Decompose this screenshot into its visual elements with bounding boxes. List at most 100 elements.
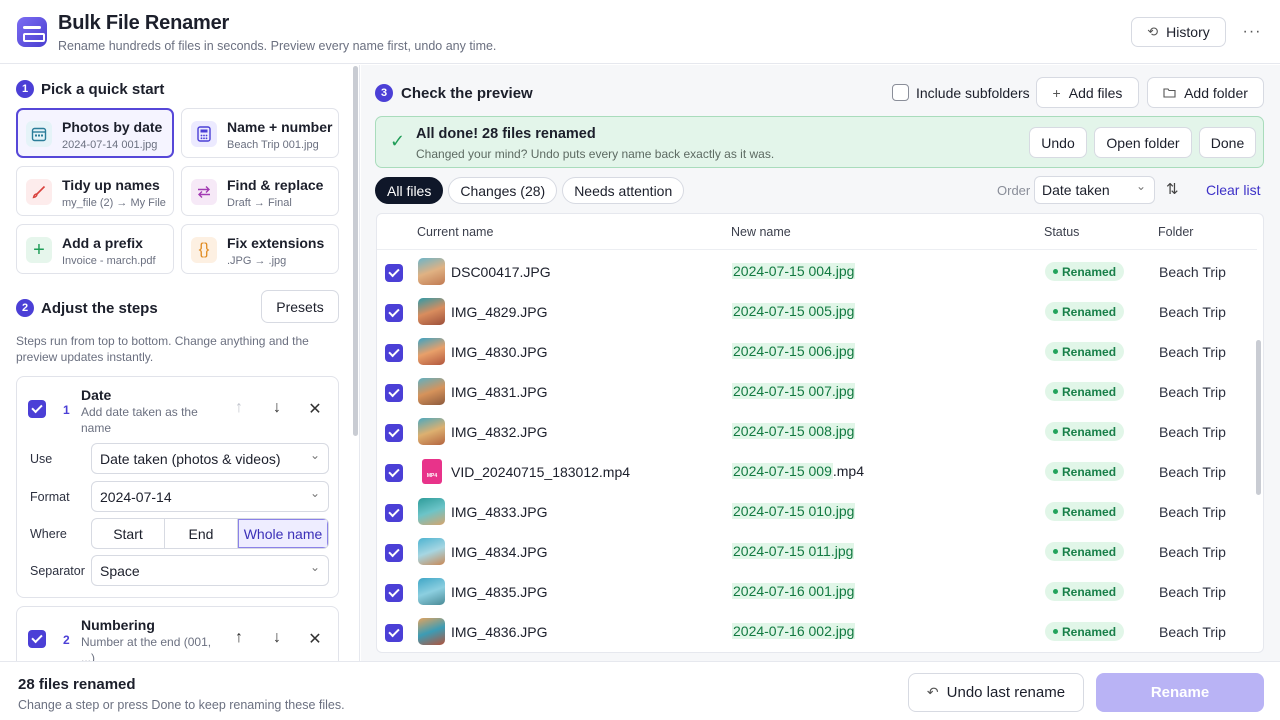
- status-badge: Renamed: [1045, 262, 1125, 281]
- move-down-icon[interactable]: ↓: [267, 629, 287, 647]
- row-checkbox[interactable]: [385, 584, 403, 602]
- quick-start-add-prefix[interactable]: + Add a prefix Invoice - march.pdf: [16, 224, 174, 274]
- success-check-icon: ✓: [390, 131, 406, 151]
- step-enabled-checkbox[interactable]: [28, 400, 46, 418]
- quick-start-example: 2024-07-14 001.jpg: [62, 139, 158, 151]
- quick-start-example: Beach Trip 001.jpg: [227, 139, 319, 151]
- step-card-numbering: 2 Numbering Number at the end (001, ...)…: [16, 606, 339, 661]
- folder-name: Beach Trip: [1159, 264, 1226, 280]
- format-select[interactable]: 2024-07-14: [91, 481, 329, 512]
- files-table: Current name New name Status Folder DSC0…: [376, 213, 1264, 653]
- where-option-start[interactable]: Start: [92, 519, 165, 548]
- new-name: 2024-07-15 008.jpg: [732, 422, 856, 441]
- more-menu-button[interactable]: ···: [1238, 18, 1266, 46]
- tab-all-files[interactable]: All files: [375, 177, 444, 204]
- history-label: History: [1166, 24, 1210, 40]
- row-checkbox[interactable]: [385, 384, 403, 402]
- table-row[interactable]: IMG_4835.JPG 2024-07-16 001.jpg Renamed Bea…: [377, 570, 1257, 610]
- current-name: IMG_4835.JPG: [451, 584, 548, 600]
- open-folder-button[interactable]: Open folder: [1094, 127, 1192, 158]
- row-checkbox[interactable]: [385, 344, 403, 362]
- column-folder[interactable]: Folder: [1158, 225, 1193, 239]
- quick-start-example: .JPG → .jpg: [227, 255, 287, 267]
- quick-start-find-replace[interactable]: Find & replace Draft → Final: [181, 166, 339, 216]
- status-badge: Renamed: [1045, 502, 1125, 521]
- table-row[interactable]: IMG_4836.JPG 2024-07-16 002.jpg Renamed Bea…: [377, 610, 1257, 650]
- row-checkbox[interactable]: [385, 424, 403, 442]
- use-select[interactable]: Date taken (photos & videos): [91, 443, 329, 474]
- folder-name: Beach Trip: [1159, 344, 1226, 360]
- status-badge: Renamed: [1045, 542, 1125, 561]
- order-select[interactable]: Date taken: [1034, 176, 1155, 204]
- table-row[interactable]: IMG_4833.JPG 2024-07-15 010.jpg Renamed Bea…: [377, 490, 1257, 530]
- step-enabled-checkbox[interactable]: [28, 630, 46, 648]
- table-row[interactable]: IMG_4831.JPG 2024-07-15 007.jpg Renamed Bea…: [377, 370, 1257, 410]
- folder-name: Beach Trip: [1159, 424, 1226, 440]
- new-name: 2024-07-15 009.mp4: [732, 462, 864, 481]
- remove-step-icon[interactable]: ✕: [305, 629, 325, 649]
- folder-name: Beach Trip: [1159, 464, 1226, 480]
- sort-direction-icon[interactable]: ⇅: [1166, 180, 1179, 198]
- presets-button[interactable]: Presets: [261, 290, 339, 323]
- quick-start-tidy-up-names[interactable]: Tidy up names my_file (2) → My File: [16, 166, 174, 216]
- table-row[interactable]: IMG_4834.JPG 2024-07-15 011.jpg Renamed Bea…: [377, 530, 1257, 570]
- quick-start-name-number[interactable]: Name + number Beach Trip 001.jpg: [181, 108, 339, 158]
- banner-undo-button[interactable]: Undo: [1029, 127, 1087, 158]
- quick-start-fix-extensions[interactable]: {} Fix extensions .JPG → .jpg: [181, 224, 339, 274]
- row-checkbox[interactable]: [385, 464, 403, 482]
- current-name: DSC00417.JPG: [451, 264, 551, 280]
- step-title: Numbering: [81, 617, 155, 633]
- quick-start-photos-by-date[interactable]: Photos by date 2024-07-14 001.jpg: [16, 108, 174, 158]
- include-subfolders-label: Include subfolders: [916, 84, 1030, 101]
- success-banner: ✓ All done! 28 files renamed Changed you…: [375, 116, 1264, 168]
- where-option-end[interactable]: End: [165, 519, 238, 548]
- step-number-badge: 2: [16, 299, 34, 317]
- column-status[interactable]: Status: [1044, 225, 1079, 239]
- image-thumbnail: [418, 578, 445, 605]
- new-name: 2024-07-15 011.jpg: [732, 542, 855, 561]
- where-segmented-control: Start End Whole name: [91, 518, 329, 549]
- move-up-icon[interactable]: ↑: [229, 629, 249, 647]
- where-label: Where: [30, 527, 67, 541]
- table-row[interactable]: MP4 VID_20240715_183012.mp4 2024-07-15 009…: [377, 450, 1257, 490]
- table-row[interactable]: DSC00417.JPG 2024-07-15 004.jpg Renamed Bea…: [377, 250, 1257, 290]
- table-row[interactable]: IMG_4832.JPG 2024-07-15 008.jpg Renamed Bea…: [377, 410, 1257, 450]
- tab-needs-attention[interactable]: Needs attention: [562, 177, 685, 204]
- swap-icon: [191, 179, 217, 205]
- column-current-name[interactable]: Current name: [417, 225, 493, 239]
- remove-step-icon[interactable]: ✕: [305, 399, 325, 419]
- table-scrollbar[interactable]: [1256, 340, 1261, 495]
- include-subfolders-checkbox[interactable]: [892, 84, 909, 101]
- add-folder-button[interactable]: Add folder: [1147, 77, 1264, 108]
- adjust-steps-title: Adjust the steps: [41, 299, 158, 317]
- row-checkbox[interactable]: [385, 304, 403, 322]
- tab-changes[interactable]: Changes (28): [448, 177, 558, 204]
- rename-button[interactable]: Rename: [1096, 673, 1264, 712]
- new-name: 2024-07-15 004.jpg: [732, 262, 856, 281]
- left-panel-scrollbar[interactable]: [353, 66, 358, 436]
- step-number-badge: 1: [16, 80, 34, 98]
- current-name: VID_20240715_183012.mp4: [451, 464, 631, 480]
- separator-label: Separator: [30, 564, 85, 578]
- history-button[interactable]: ⟲ History: [1131, 17, 1226, 47]
- table-row[interactable]: IMG_4829.JPG 2024-07-15 005.jpg Renamed Bea…: [377, 290, 1257, 330]
- quick-start-title: Name + number: [227, 119, 333, 135]
- app-title: Bulk File Renamer: [58, 12, 230, 34]
- calculator-icon: [191, 121, 217, 147]
- undo-last-rename-button[interactable]: ↶ Undo last rename: [908, 673, 1084, 712]
- table-row[interactable]: IMG_4830.JPG 2024-07-15 006.jpg Renamed Bea…: [377, 330, 1257, 370]
- row-checkbox[interactable]: [385, 264, 403, 282]
- done-button[interactable]: Done: [1199, 127, 1256, 158]
- move-down-icon[interactable]: ↓: [267, 399, 287, 417]
- row-checkbox[interactable]: [385, 504, 403, 522]
- row-checkbox[interactable]: [385, 624, 403, 642]
- clear-list-link[interactable]: Clear list: [1206, 182, 1260, 198]
- include-subfolders-toggle[interactable]: Include subfolders: [892, 84, 1030, 101]
- add-files-button[interactable]: + Add files: [1036, 77, 1139, 108]
- row-checkbox[interactable]: [385, 544, 403, 562]
- new-name-unchanged-part: .mp4: [832, 463, 864, 479]
- column-new-name[interactable]: New name: [731, 225, 791, 239]
- where-option-whole-name[interactable]: Whole name: [238, 519, 328, 548]
- move-up-icon[interactable]: ↑: [229, 399, 249, 417]
- separator-select[interactable]: Space: [91, 555, 329, 586]
